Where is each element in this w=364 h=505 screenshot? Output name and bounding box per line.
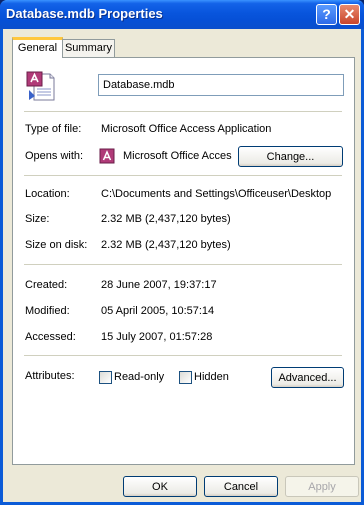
file-name-input[interactable] [98, 74, 344, 96]
title-bar[interactable]: Database.mdb Properties ? ✕ [0, 0, 364, 29]
access-database-file-icon [26, 71, 55, 101]
modified-label: Modified: [25, 305, 70, 317]
advanced-button[interactable]: Advanced... [271, 367, 344, 388]
separator [24, 175, 342, 176]
size-on-disk-value: 2.32 MB (2,437,120 bytes) [101, 239, 231, 251]
type-of-file-value: Microsoft Office Access Application [101, 123, 272, 135]
tab-general[interactable]: General [12, 37, 63, 58]
hidden-label[interactable]: Hidden [194, 371, 229, 383]
help-button[interactable]: ? [316, 4, 337, 25]
hidden-checkbox[interactable] [179, 371, 192, 384]
location-value: C:\Documents and Settings\Officeuser\Des… [101, 188, 332, 200]
size-label: Size: [25, 213, 50, 225]
attributes-label: Attributes: [25, 370, 75, 382]
separator [24, 264, 342, 265]
access-application-icon [99, 148, 115, 164]
readonly-checkbox[interactable] [99, 371, 112, 384]
created-value: 28 June 2007, 19:37:17 [101, 279, 217, 291]
size-value: 2.32 MB (2,437,120 bytes) [101, 213, 231, 225]
size-on-disk-label: Size on disk: [25, 239, 88, 251]
change-button[interactable]: Change... [238, 146, 343, 167]
readonly-label[interactable]: Read-only [114, 371, 164, 383]
close-button[interactable]: ✕ [339, 4, 360, 25]
cancel-button[interactable]: Cancel [204, 476, 278, 497]
separator [24, 355, 342, 356]
accessed-value: 15 July 2007, 01:57:28 [101, 331, 213, 343]
properties-dialog: Database.mdb Properties ? ✕ Summary Gene… [0, 0, 364, 505]
opens-with-value: Microsoft Office Acces [123, 150, 232, 162]
general-tab-panel [12, 57, 355, 465]
apply-button[interactable]: Apply [285, 476, 359, 497]
ok-button[interactable]: OK [123, 476, 197, 497]
window-title: Database.mdb Properties [6, 6, 163, 21]
location-label: Location: [25, 188, 70, 200]
created-label: Created: [25, 279, 68, 291]
opens-with-label: Opens with: [25, 150, 84, 162]
modified-value: 05 April 2005, 10:57:14 [101, 305, 215, 317]
separator [24, 111, 342, 112]
tab-summary[interactable]: Summary [62, 39, 115, 57]
type-of-file-label: Type of file: [25, 123, 82, 135]
accessed-label: Accessed: [25, 331, 76, 343]
